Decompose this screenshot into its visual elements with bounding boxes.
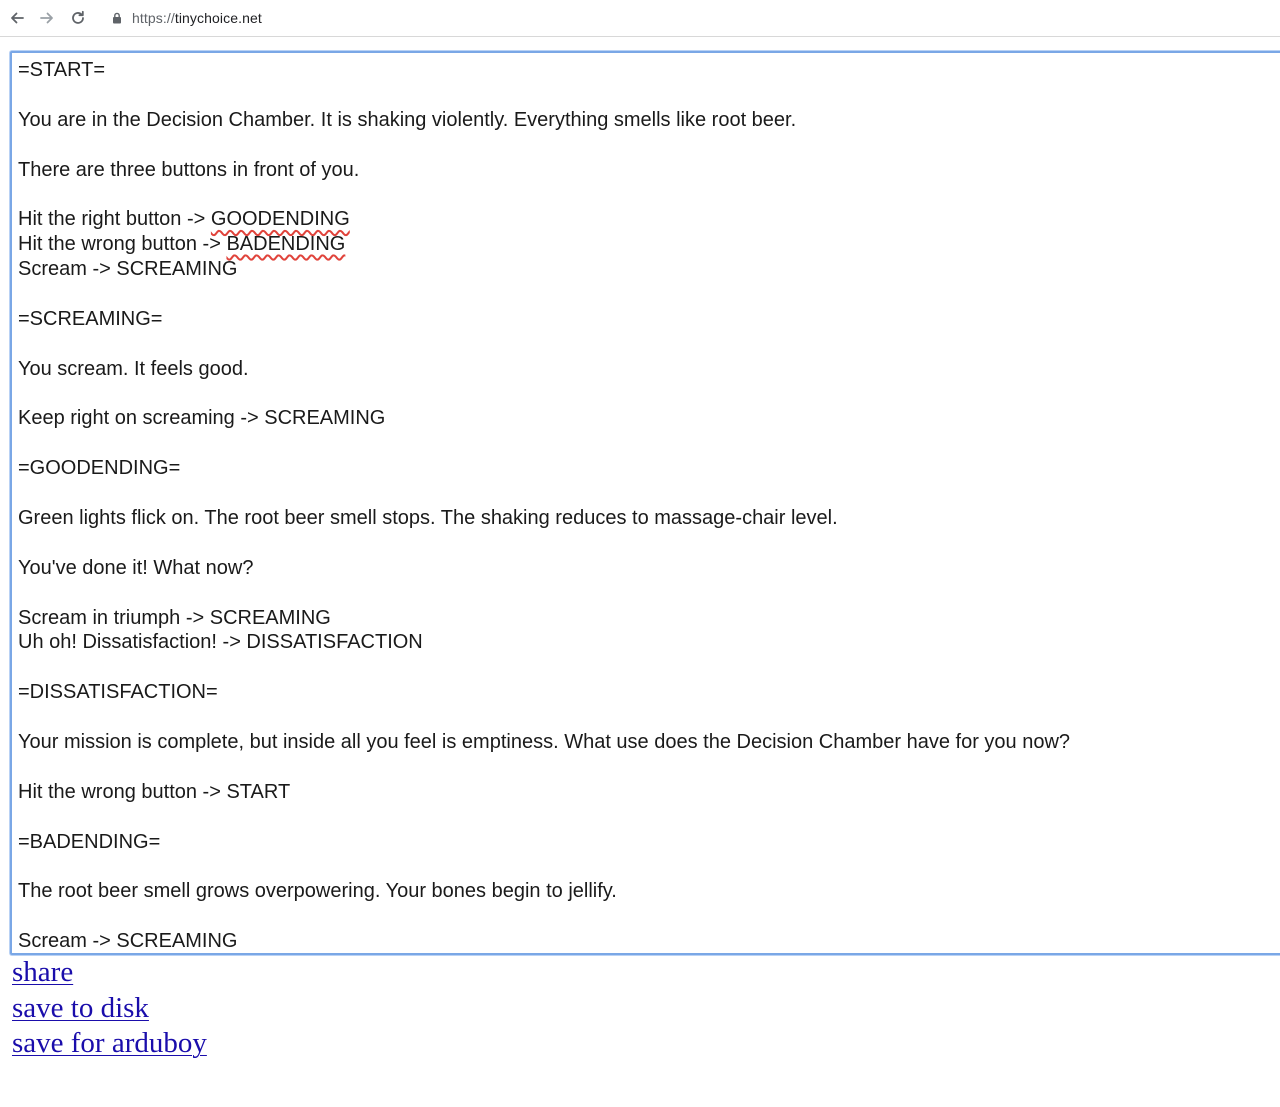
- editor-line: There are three buttons in front of you.: [18, 158, 360, 181]
- editor-line: Green lights flick on. The root beer sme…: [18, 507, 838, 530]
- editor-line: Hit the right button -> GOODENDING: [18, 207, 1280, 232]
- back-arrow-icon: [11, 12, 24, 24]
- forward-button[interactable]: [37, 8, 57, 28]
- editor-line: You scream. It feels good.: [18, 357, 249, 380]
- editor-line: You've done it! What now?: [18, 556, 254, 579]
- url-scheme: https://: [132, 10, 175, 26]
- spellcheck-flagged-word[interactable]: GOODENDING: [211, 208, 350, 230]
- url-host: tinychoice.net: [174, 10, 262, 26]
- editor-line: Uh oh! Dissatisfaction! -> DISSATISFACTI…: [18, 631, 423, 654]
- share-link[interactable]: share: [12, 955, 207, 991]
- editor-line: =DISSATISFACTION=: [18, 681, 218, 704]
- save-for-arduboy-link[interactable]: save for arduboy: [12, 1026, 207, 1062]
- reload-button[interactable]: [68, 8, 88, 28]
- story-editor[interactable]: =START= You are in the Decision Chamber. …: [10, 51, 1280, 955]
- editor-line: Scream in triumph -> SCREAMING: [18, 606, 331, 629]
- spellcheck-flagged-word[interactable]: BADENDING: [226, 233, 345, 255]
- address-bar[interactable]: https://tinychoice.net: [100, 3, 1280, 33]
- forward-arrow-icon: [40, 12, 53, 24]
- editor-line: Hit the wrong button -> START: [18, 780, 291, 803]
- editor-line: =START=: [18, 59, 106, 81]
- editor-line: Keep right on screaming -> SCREAMING: [18, 407, 386, 430]
- back-button[interactable]: [7, 8, 27, 28]
- save-to-disk-link[interactable]: save to disk: [12, 991, 207, 1027]
- editor-line: Hit the wrong button -> BADENDING: [18, 232, 1280, 257]
- editor-line: =GOODENDING=: [18, 457, 181, 480]
- editor-line: You are in the Decision Chamber. It is s…: [18, 108, 797, 131]
- editor-line: Scream -> SCREAMING: [18, 258, 238, 281]
- reload-icon: [72, 10, 84, 24]
- lock-icon: [109, 10, 125, 26]
- editor-line: =BADENDING=: [18, 830, 161, 853]
- editor-line: Your mission is complete, but inside all…: [18, 731, 1071, 754]
- editor-line-text: Hit the right button ->: [18, 208, 211, 231]
- action-links: share save to disk save for arduboy: [12, 955, 207, 1062]
- editor-line: Scream -> SCREAMING: [18, 930, 238, 953]
- url-text: https://tinychoice.net: [132, 10, 262, 26]
- story-text[interactable]: =START= You are in the Decision Chamber. …: [12, 53, 1280, 953]
- browser-toolbar: https://tinychoice.net: [0, 0, 1280, 37]
- editor-line: The root beer smell grows overpowering. …: [18, 880, 617, 903]
- editor-line: =SCREAMING=: [18, 307, 163, 330]
- editor-line-text: Hit the wrong button ->: [18, 233, 227, 256]
